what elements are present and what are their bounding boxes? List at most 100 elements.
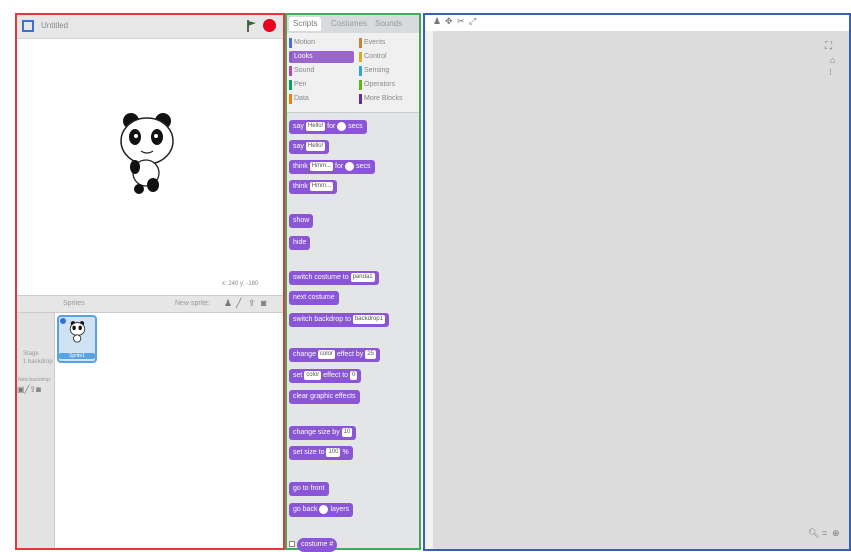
upload-sprite-icon[interactable]: ⇪ — [248, 298, 256, 309]
category-pen[interactable]: Pen — [289, 79, 354, 91]
tab-sounds[interactable]: Sounds — [371, 17, 406, 31]
camera-sprite-icon[interactable]: ◙ — [261, 298, 266, 308]
delete-icon[interactable]: ✂ — [457, 16, 465, 27]
block-input[interactable]: Hmm... — [309, 161, 334, 171]
sprite-rotation-icon[interactable]: ⁝ — [829, 67, 832, 78]
tab-costumes[interactable]: Costumes — [327, 17, 371, 31]
paint-sprite-icon[interactable]: ╱ — [236, 298, 241, 309]
block-text: set size to — [293, 449, 325, 456]
reporter-checkbox[interactable] — [289, 541, 295, 547]
block-go-back-layers[interactable]: go back layers — [289, 503, 354, 517]
block-set-size[interactable]: set size to 100 % — [289, 446, 353, 460]
block-switch-costume[interactable]: switch costume to panda1 — [289, 271, 379, 285]
block-text: % — [342, 449, 349, 456]
scripts-canvas[interactable]: ⛶ ⌂ ⁝ 🔍︎ = ⊕ — [433, 31, 849, 549]
scripts-scrollbar[interactable] — [425, 31, 433, 549]
sprite-direction-icon[interactable]: ⌂ — [830, 55, 835, 65]
category-label: Motion — [294, 39, 316, 46]
block-text: show — [293, 217, 310, 224]
sprite-info-icon[interactable] — [60, 318, 66, 324]
block-hide[interactable]: hide — [289, 236, 311, 250]
block-text: change — [293, 351, 316, 358]
category-operators[interactable]: Operators — [359, 79, 420, 91]
category-label: More Blocks — [364, 95, 403, 102]
choose-sprite-icon[interactable]: ♟ — [224, 298, 232, 309]
category-more-blocks[interactable]: More Blocks — [359, 93, 420, 105]
zoom-reset-icon[interactable]: = — [822, 528, 827, 538]
block-costume-number[interactable]: costume # — [297, 538, 338, 552]
blocks-list: say Hello! for secs say Hello! think Hmm… — [287, 114, 419, 552]
block-next-costume[interactable]: next costume — [289, 291, 339, 305]
category-data[interactable]: Data — [289, 93, 354, 105]
category-label: Operators — [364, 81, 396, 88]
block-change-size[interactable]: change size by 10 — [289, 426, 357, 440]
category-label: Data — [294, 95, 309, 102]
block-input[interactable]: Hmm... — [309, 181, 334, 191]
duplicate-icon[interactable]: ✥ — [445, 16, 453, 27]
block-text: say — [293, 143, 304, 150]
person-icon[interactable]: ♟ — [433, 16, 441, 27]
block-dropdown[interactable]: color — [317, 349, 335, 359]
palette-tabs: Scripts Costumes Sounds — [287, 15, 419, 33]
block-dropdown[interactable]: backdrop1 — [352, 314, 385, 324]
category-motion[interactable]: Motion — [289, 37, 354, 49]
tab-scripts[interactable]: Scripts — [289, 17, 322, 31]
mouse-coordinates: x: 240 y: -180 — [222, 281, 259, 287]
grow-icon[interactable]: ⤢ — [469, 16, 476, 27]
block-show[interactable]: show — [289, 214, 314, 228]
zoom-in-icon[interactable]: ⊕ — [832, 528, 840, 539]
category-looks[interactable]: Looks — [289, 51, 354, 63]
block-input[interactable]: 100 — [326, 447, 341, 457]
project-title[interactable]: Untitled — [41, 21, 68, 30]
block-switch-backdrop[interactable]: switch backdrop to backdrop1 — [289, 313, 389, 327]
block-text: switch costume to — [293, 274, 349, 281]
zoom-out-icon[interactable]: 🔍︎ — [808, 528, 819, 539]
block-text: effect by — [336, 351, 364, 358]
block-text: set — [293, 372, 303, 379]
stop-icon[interactable] — [263, 19, 276, 32]
block-think-for-secs[interactable]: think Hmm... for secs — [289, 160, 375, 174]
block-number-input[interactable] — [345, 161, 355, 171]
block-input[interactable]: Hello! — [305, 121, 326, 131]
block-dropdown[interactable]: color — [304, 370, 322, 380]
block-input[interactable]: 10 — [341, 427, 353, 437]
presentation-mode-icon[interactable] — [22, 20, 34, 32]
backdrop-tools-icon[interactable]: ▣╱⇪◙ — [17, 385, 41, 394]
block-number-input[interactable] — [337, 121, 347, 131]
panda-sprite[interactable] — [117, 109, 181, 209]
stage-selector[interactable]: Stage 1 backdrop New backdrop: ▣╱⇪◙ — [17, 313, 55, 548]
block-set-effect[interactable]: set color effect to 0 — [289, 369, 362, 383]
block-input[interactable]: 0 — [350, 370, 358, 380]
block-go-to-front[interactable]: go to front — [289, 482, 329, 496]
category-label: Sensing — [364, 67, 390, 74]
block-dropdown[interactable]: panda1 — [350, 272, 375, 282]
sprite-pane-header: Sprites New sprite: ♟ ╱ ⇪ ◙ — [17, 295, 283, 313]
block-input[interactable]: 25 — [365, 349, 376, 359]
block-text: for — [335, 163, 344, 170]
category-sensing[interactable]: Sensing — [359, 65, 420, 77]
block-input[interactable]: Hello! — [305, 141, 326, 151]
block-text: go back — [293, 506, 318, 513]
category-color-bar — [359, 80, 362, 90]
sprite-thumbnail[interactable]: Sprite1 — [57, 315, 97, 363]
category-color-bar — [359, 66, 362, 76]
block-text: change size by — [293, 429, 340, 436]
sprite-list: Sprite1 — [55, 313, 283, 548]
block-number-input[interactable] — [319, 504, 329, 514]
block-say-for-secs[interactable]: say Hello! for secs — [289, 120, 367, 134]
block-change-effect[interactable]: change color effect by 25 — [289, 348, 380, 362]
stage-canvas[interactable] — [17, 39, 283, 291]
block-think[interactable]: think Hmm... — [289, 180, 338, 194]
category-selector: Motion Looks Sound Pen Data Events Contr… — [287, 33, 419, 113]
category-sound[interactable]: Sound — [289, 65, 354, 77]
block-text: secs — [348, 123, 363, 130]
category-control[interactable]: Control — [359, 51, 420, 63]
category-color-bar — [289, 80, 292, 90]
block-say[interactable]: say Hello! — [289, 140, 330, 154]
category-events[interactable]: Events — [359, 37, 420, 49]
block-clear-effects[interactable]: clear graphic effects — [289, 390, 360, 404]
fullscreen-icon[interactable]: ⛶ — [825, 41, 832, 52]
category-label: Pen — [294, 81, 307, 88]
block-text: say — [293, 123, 304, 130]
green-flag-icon[interactable] — [247, 20, 257, 32]
